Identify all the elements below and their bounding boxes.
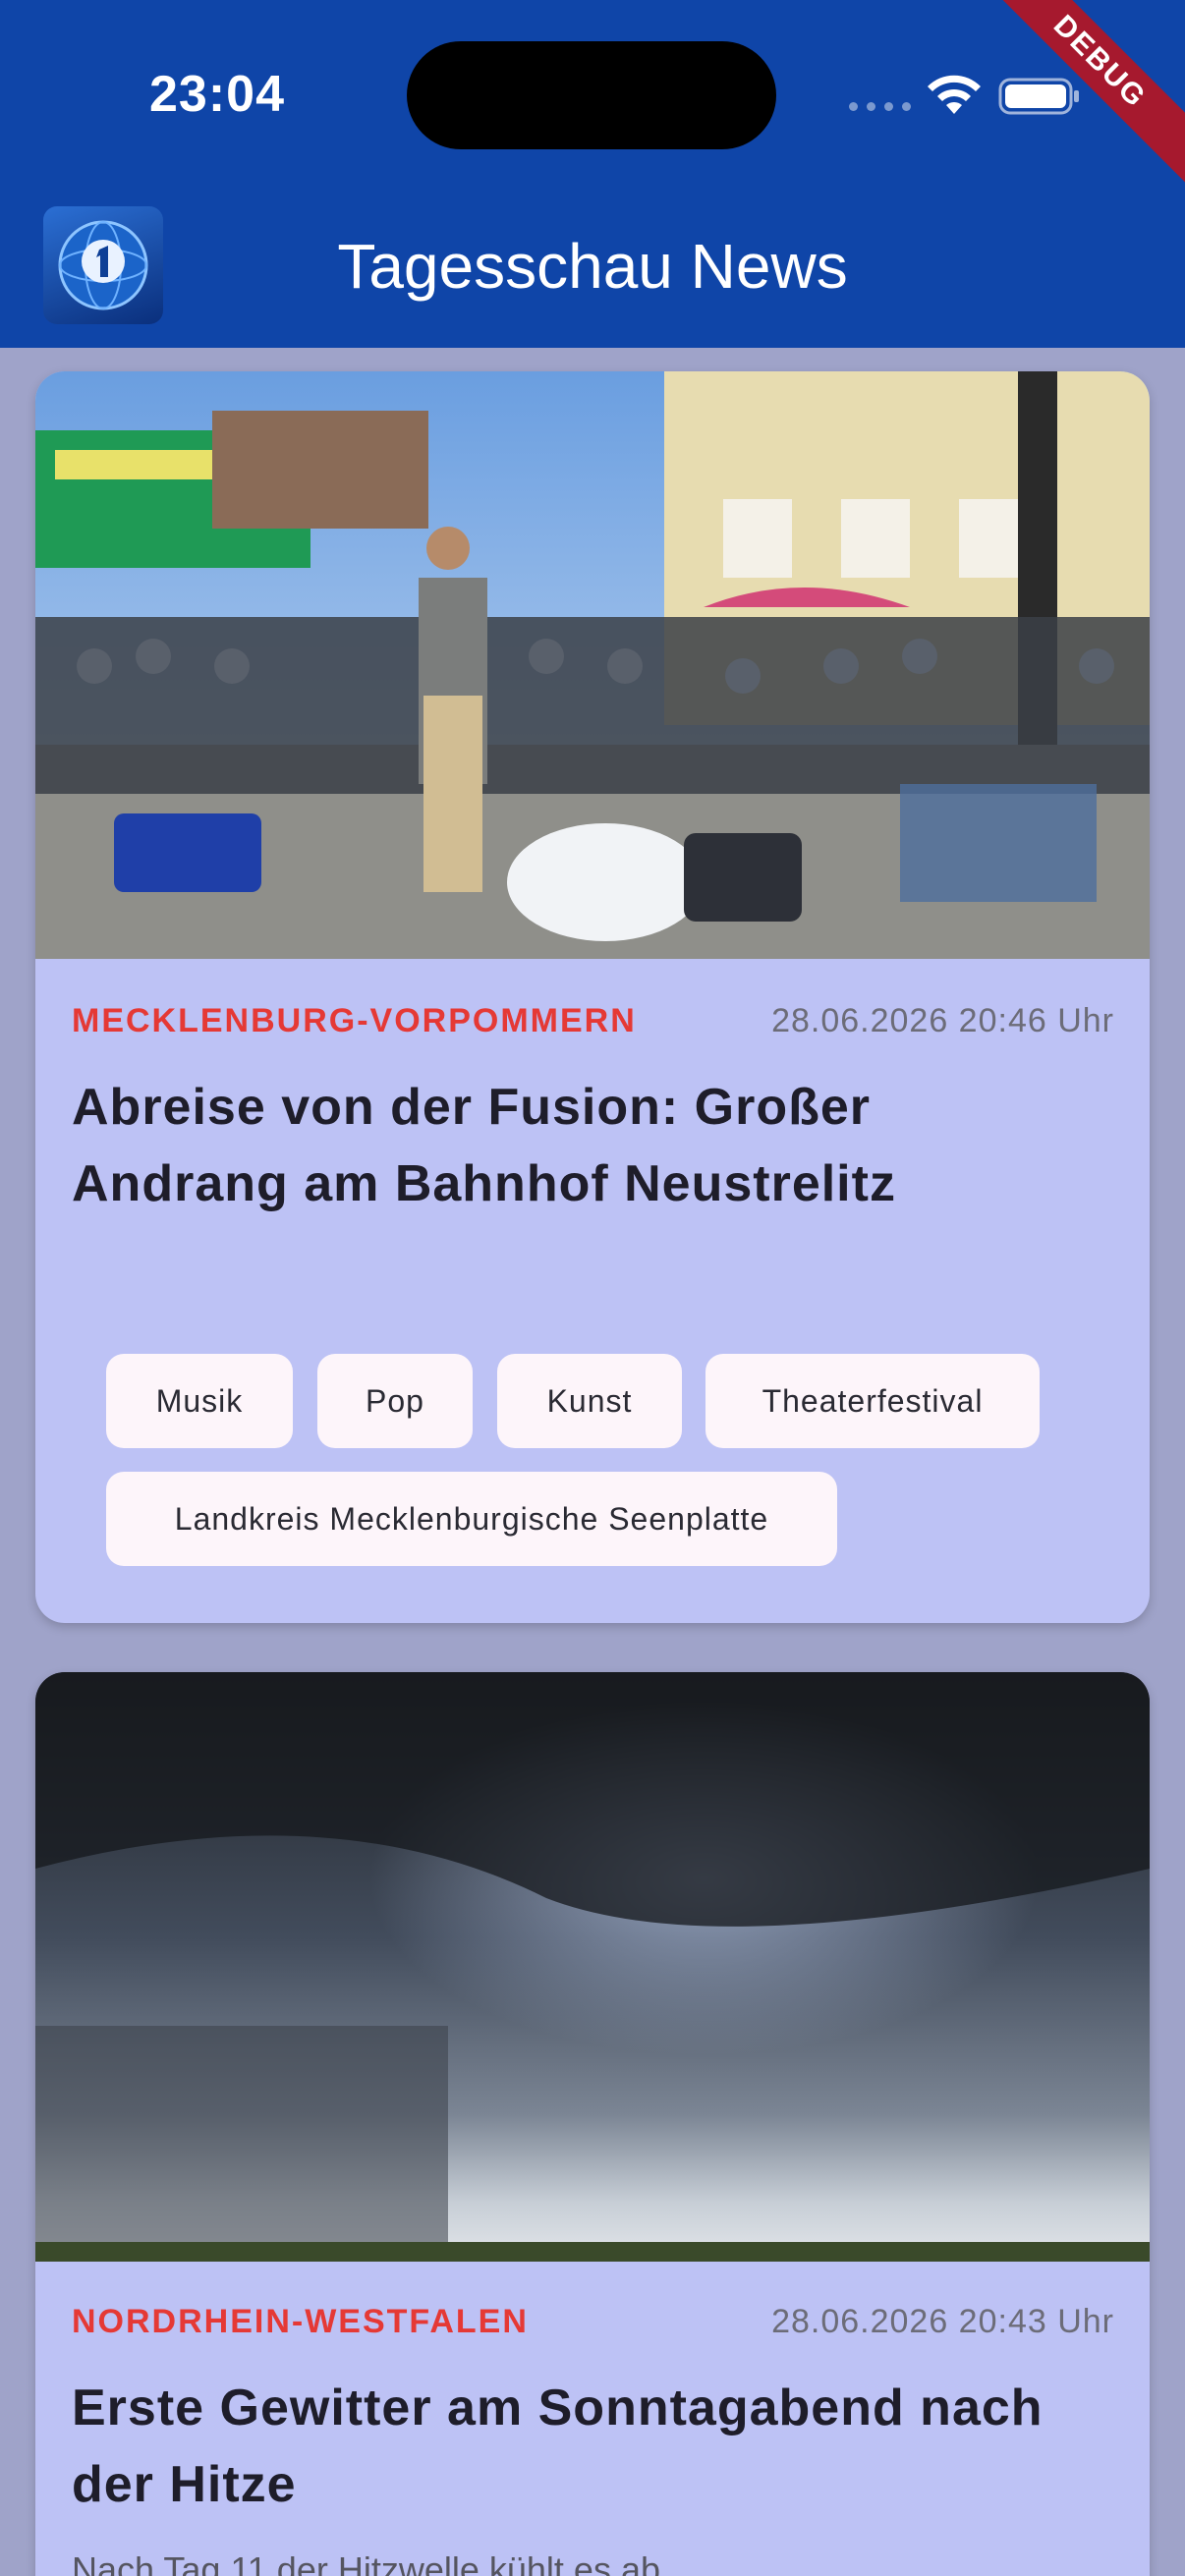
article-headline[interactable]: Erste Gewitter am Sonntagabend nach der … (72, 2370, 1094, 2523)
cellular-signal-icon (849, 102, 911, 111)
tag-chip[interactable]: Musik (106, 1354, 293, 1448)
article-card[interactable]: MECKLENBURG-VORPOMMERN 28.06.2026 20:46 … (35, 371, 1150, 1623)
wifi-icon (928, 75, 981, 114)
article-region: NORDRHEIN-WESTFALEN (72, 2303, 529, 2340)
tag-chip[interactable]: Kunst (497, 1354, 682, 1448)
tag-chip[interactable]: Landkreis Mecklenburgische Seenplatte (106, 1472, 837, 1566)
article-date: 28.06.2026 20:46 Uhr (771, 1002, 1114, 1039)
status-time: 23:04 (149, 66, 285, 123)
screen: 23:04 DEBUG Tagesschau News MECKLENBURG-… (0, 0, 1185, 2576)
tag-chip[interactable]: Theaterfestival (705, 1354, 1040, 1448)
app-title: Tagesschau News (337, 231, 848, 302)
article-date: 28.06.2026 20:43 Uhr (771, 2303, 1114, 2340)
article-teaser: Nach Tag 11 der Hitzwelle kühlt es ab. (72, 2549, 670, 2576)
tag-chip[interactable]: Pop (317, 1354, 473, 1448)
dynamic-island (407, 41, 776, 149)
article-headline[interactable]: Abreise von der Fusion: Großer Andrang a… (72, 1069, 1094, 1222)
article-region: MECKLENBURG-VORPOMMERN (72, 1002, 637, 1039)
article-image (35, 371, 1150, 959)
article-image (35, 1672, 1150, 2262)
app-bar: 23:04 DEBUG Tagesschau News (0, 0, 1185, 348)
article-card[interactable]: NORDRHEIN-WESTFALEN 28.06.2026 20:43 Uhr… (35, 1672, 1150, 2576)
battery-icon (998, 78, 1079, 115)
